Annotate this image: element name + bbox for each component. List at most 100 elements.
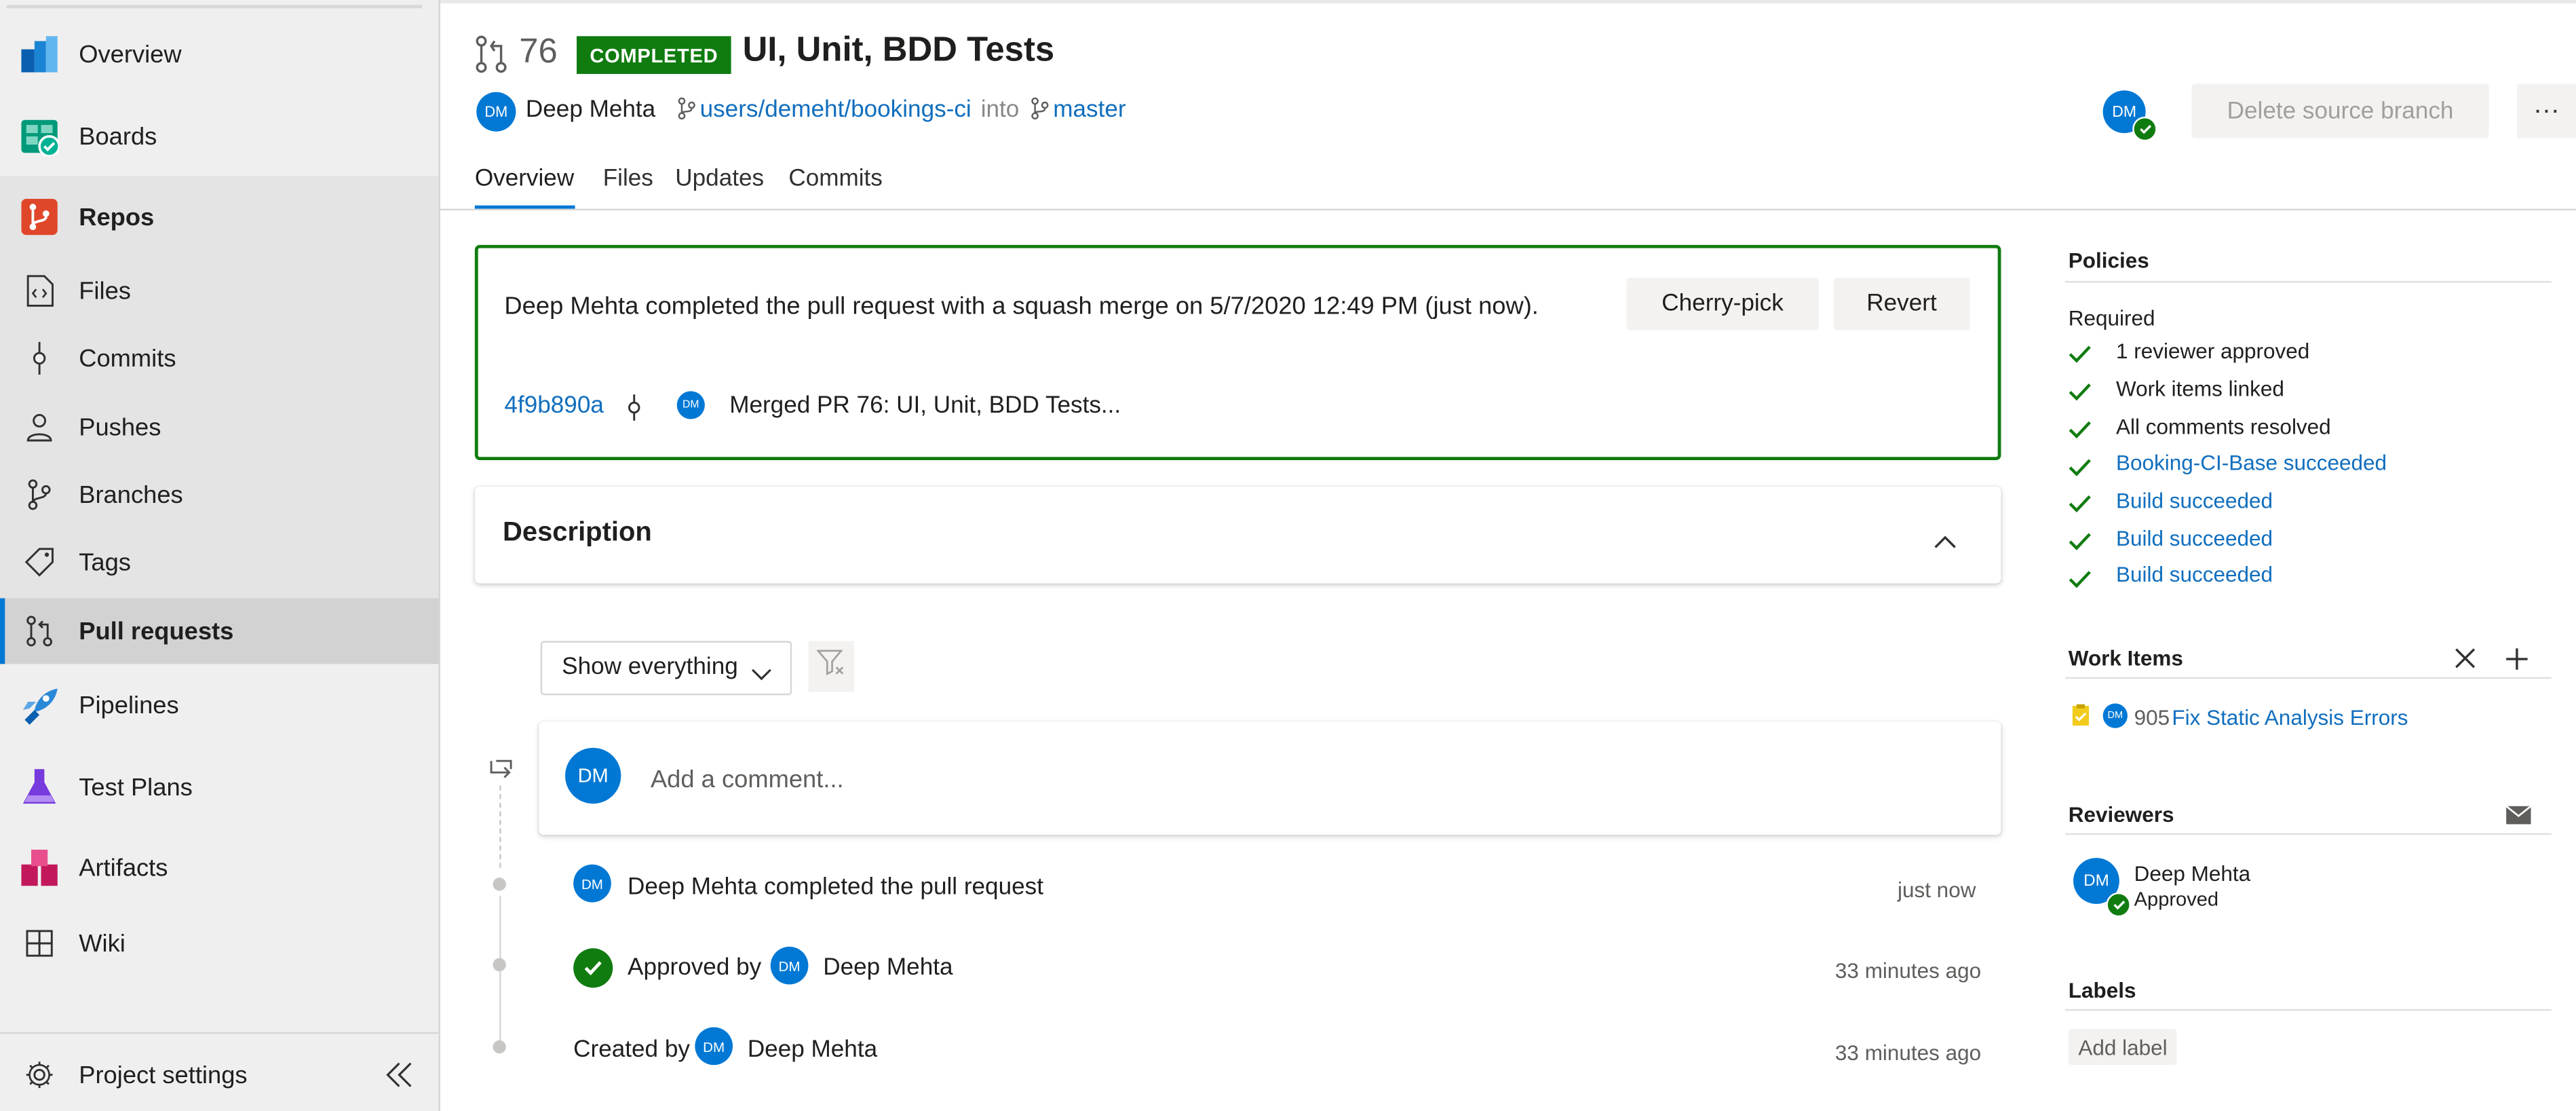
check-icon: [2069, 417, 2092, 439]
check-icon: [2069, 567, 2092, 588]
sidebar-bottom-divider: [0, 1032, 439, 1034]
merge-author-avatar: DM: [676, 391, 705, 419]
sidebar-item-wiki[interactable]: Wiki: [0, 927, 439, 960]
event-avatar: DM: [573, 864, 611, 903]
test-plans-icon: [20, 768, 59, 807]
event-time: just now: [1897, 878, 1976, 903]
add-label-button[interactable]: Add label: [2068, 1028, 2178, 1066]
reviewers-title: Reviewers: [2068, 802, 2174, 827]
mail-icon[interactable]: [2505, 804, 2532, 825]
policy-item-link[interactable]: Build succeeded: [2116, 526, 2273, 550]
clear-filter-button[interactable]: [808, 641, 855, 692]
work-items-divider: [2064, 677, 2552, 679]
policy-item-link[interactable]: Booking-CI-Base succeeded: [2116, 451, 2387, 475]
merge-commit-message[interactable]: Merged PR 76: UI, Unit, BDD Tests...: [729, 393, 1121, 419]
revert-button[interactable]: Revert: [1833, 278, 1970, 331]
labels-divider: [2064, 1009, 2552, 1011]
sidebar-item-label: Wiki: [79, 929, 126, 958]
double-chevron-left-icon[interactable]: [385, 1060, 415, 1098]
timeline-dot: [493, 958, 506, 972]
gear-icon: [23, 1059, 56, 1091]
policies-required-label: Required: [2068, 305, 2155, 331]
tab-commits[interactable]: Commits: [788, 166, 883, 193]
policies-title: Policies: [2068, 248, 2149, 273]
delete-source-branch-button[interactable]: Delete source branch: [2191, 83, 2489, 138]
overview-icon: [20, 35, 59, 74]
left-navigation: Overview Boards Repos Files Commits Push…: [0, 0, 440, 1111]
tab-files[interactable]: Files: [603, 166, 653, 193]
current-user-avatar: DM: [565, 747, 621, 804]
sidebar-item-tags[interactable]: Tags: [0, 546, 439, 578]
work-item-link[interactable]: Fix Static Analysis Errors: [2172, 705, 2408, 730]
sidebar-item-label: Artifacts: [79, 854, 168, 882]
timeline-connector: [499, 785, 503, 868]
sidebar-item-commits[interactable]: Commits: [0, 341, 439, 375]
event-text: Approved by: [628, 954, 762, 981]
close-icon[interactable]: [2455, 647, 2476, 669]
tab-updates[interactable]: Updates: [675, 166, 764, 193]
policy-item-link[interactable]: Build succeeded: [2116, 488, 2273, 512]
comment-icon: [488, 757, 514, 784]
wiki-icon: [23, 927, 56, 960]
policy-item-link[interactable]: Build succeeded: [2116, 562, 2273, 586]
work-item-id: 905: [2134, 704, 2170, 730]
add-comment-input[interactable]: [647, 759, 1936, 799]
work-items-title: Work Items: [2068, 645, 2183, 671]
source-branch-link[interactable]: users/demeht/bookings-ci: [677, 97, 972, 124]
event-user-name[interactable]: Deep Mehta: [823, 955, 953, 981]
sidebar-item-pipelines[interactable]: Pipelines: [0, 685, 439, 725]
sidebar-item-label: Repos: [79, 203, 155, 231]
branch-icon: [1031, 97, 1049, 120]
target-branch-link[interactable]: master: [1030, 97, 1126, 124]
reviewer-name[interactable]: Deep Mehta: [2134, 861, 2251, 886]
sidebar-item-label: Test Plans: [79, 773, 193, 802]
activity-filter-dropdown[interactable]: Show everything: [540, 641, 792, 696]
sidebar-item-label: Commits: [79, 344, 176, 373]
chevron-up-icon[interactable]: [1934, 529, 1957, 548]
commit-icon: [624, 394, 644, 421]
sidebar-item-branches[interactable]: Branches: [0, 478, 439, 511]
project-settings-label: Project settings: [79, 1061, 248, 1089]
cherry-pick-button[interactable]: Cherry-pick: [1626, 278, 1819, 331]
files-icon: [23, 274, 56, 307]
pull-request-icon: [23, 615, 56, 647]
author-avatar[interactable]: DM: [476, 92, 516, 132]
author-name[interactable]: Deep Mehta: [526, 97, 655, 124]
sidebar-item-overview[interactable]: Overview: [0, 35, 439, 74]
tab-overview[interactable]: Overview: [475, 166, 574, 193]
policy-item: 1 reviewer approved: [2116, 338, 2310, 364]
sidebar-item-repos[interactable]: Repos: [0, 197, 439, 237]
header-divider: [440, 208, 2576, 210]
timeline-dot: [493, 878, 506, 891]
target-branch-label: master: [1053, 96, 1126, 124]
add-icon[interactable]: [2505, 647, 2529, 671]
approved-check-icon: [573, 948, 613, 988]
source-branch-label: users/demeht/bookings-ci: [699, 96, 972, 124]
commit-hash-link[interactable]: 4f9b890a: [504, 393, 603, 419]
sidebar-item-artifacts[interactable]: Artifacts: [0, 848, 439, 888]
activity-filter-value: Show everything: [562, 654, 738, 681]
artifacts-icon: [20, 848, 59, 888]
sidebar-item-test-plans[interactable]: Test Plans: [0, 768, 439, 807]
project-settings-button[interactable]: Project settings: [0, 1059, 439, 1091]
sidebar-item-label: Overview: [79, 40, 182, 69]
event-user-name[interactable]: Deep Mehta: [748, 1037, 877, 1063]
sidebar-item-label: Branches: [79, 481, 183, 509]
event-time: 33 minutes ago: [1834, 1040, 1982, 1066]
policy-item: Work items linked: [2116, 376, 2284, 401]
check-icon: [2069, 529, 2092, 550]
sidebar-item-pull-requests[interactable]: Pull requests: [0, 615, 439, 647]
timeline-dot: [493, 1040, 506, 1054]
sidebar-item-boards[interactable]: Boards: [0, 117, 439, 157]
sidebar-item-pushes[interactable]: Pushes: [0, 411, 439, 443]
labels-title: Labels: [2068, 977, 2136, 1003]
sidebar-item-label: Tags: [79, 548, 131, 576]
sidebar-item-label: Pipelines: [79, 691, 179, 719]
more-actions-button[interactable]: ···: [2516, 83, 2576, 138]
reviewer-status: Approved: [2134, 887, 2219, 911]
into-label: into: [980, 96, 1020, 124]
description-card: [474, 486, 2001, 584]
sidebar-top-divider: [6, 5, 423, 9]
sidebar-item-files[interactable]: Files: [0, 274, 439, 307]
boards-icon: [20, 117, 60, 157]
